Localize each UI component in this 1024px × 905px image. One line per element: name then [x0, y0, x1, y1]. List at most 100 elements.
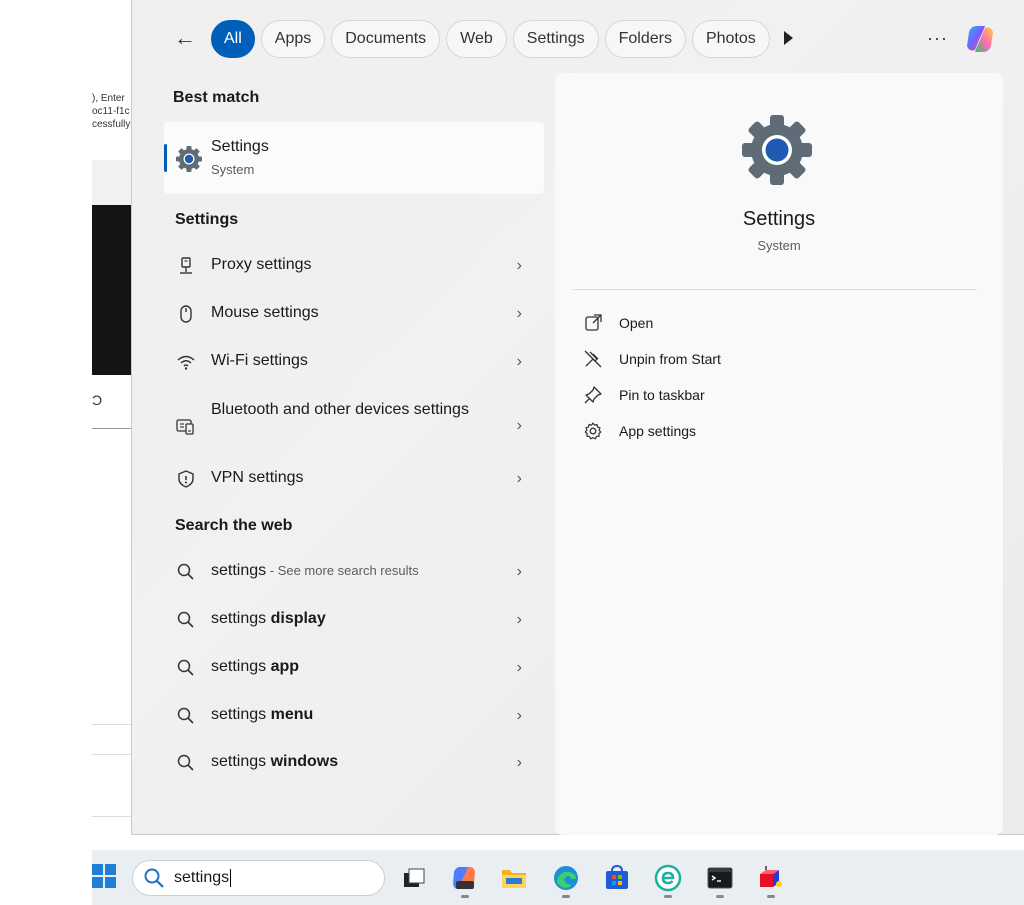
more-options-icon[interactable]: ···: [927, 26, 948, 50]
search-panel: ← All Apps Documents Web Settings Folder…: [131, 0, 1024, 835]
gear-icon: [176, 146, 202, 172]
result-label: Bluetooth and other devices settings: [211, 401, 469, 418]
best-match-title: Settings: [211, 138, 269, 155]
action-label: Pin to taskbar: [619, 387, 705, 403]
search-icon: [177, 754, 194, 771]
detail-title: Settings: [742, 208, 816, 230]
action-open[interactable]: Open: [583, 309, 883, 339]
background-window: ), Enter oc11-f1c cessfully Ɔ: [92, 0, 132, 850]
taskbar: settings: [92, 850, 1024, 905]
tab-settings[interactable]: Settings: [512, 20, 599, 58]
result-label: Proxy settings: [211, 256, 312, 273]
unpin-icon: [584, 350, 602, 368]
task-view-icon[interactable]: [400, 864, 428, 892]
settings-app-icon: [742, 115, 812, 185]
mouse-icon: [180, 305, 192, 323]
action-app-settings[interactable]: App settings: [583, 417, 883, 447]
detail-divider: [573, 289, 977, 290]
eset-icon[interactable]: [654, 864, 682, 892]
chevron-right-icon: ›: [516, 611, 522, 628]
terminal-icon[interactable]: [706, 864, 734, 892]
result-wifi-settings[interactable]: Wi-Fi settings ›: [164, 340, 544, 384]
fragment-line: ), Enter: [92, 93, 125, 104]
chevron-right-icon: ›: [516, 754, 522, 771]
chevron-right-icon: ›: [516, 707, 522, 724]
running-indicator: [562, 895, 570, 898]
tab-web[interactable]: Web: [446, 20, 507, 58]
more-tabs-play-icon[interactable]: [784, 31, 793, 45]
web-result-label: settings menu: [211, 706, 314, 723]
microsoft-store-icon[interactable]: [603, 864, 631, 892]
back-arrow-icon[interactable]: ←: [174, 26, 198, 50]
paint-3d-icon[interactable]: [757, 864, 785, 892]
fragment-line: cessfully: [92, 119, 131, 130]
vpn-shield-icon: [178, 470, 194, 488]
fragment-line: oc11-f1c: [92, 106, 130, 117]
file-explorer-icon[interactable]: [500, 864, 528, 892]
filter-bar: ← All Apps Documents Web Settings Folder…: [132, 20, 1024, 58]
open-external-icon: [585, 314, 602, 331]
background-divider: [92, 816, 132, 817]
background-text-fragment: ), Enter oc11-f1c cessfully: [92, 92, 130, 131]
web-result[interactable]: settings menu ›: [164, 694, 544, 738]
search-query-text: settings: [174, 869, 232, 887]
detail-pane: Settings System Open Unpin from Start Pi…: [555, 73, 1003, 835]
action-label: App settings: [619, 423, 697, 439]
background-divider: [92, 428, 132, 429]
search-icon: [177, 707, 194, 724]
proxy-icon: [180, 257, 192, 274]
tab-apps[interactable]: Apps: [260, 20, 326, 58]
windows-start-icon[interactable]: [92, 864, 116, 888]
search-icon: [177, 563, 194, 580]
chevron-right-icon: ›: [516, 257, 522, 274]
result-vpn-settings[interactable]: VPN settings ›: [164, 457, 544, 501]
tab-documents[interactable]: Documents: [331, 20, 441, 58]
result-bluetooth-settings[interactable]: Bluetooth and other devices settings ›: [164, 398, 544, 458]
microsoft-365-copilot-icon[interactable]: [450, 864, 478, 892]
chevron-right-icon: ›: [516, 305, 522, 322]
bluetooth-devices-icon: [176, 419, 194, 435]
chevron-right-icon: ›: [516, 563, 522, 580]
background-divider: [92, 724, 132, 725]
action-pin-to-taskbar[interactable]: Pin to taskbar: [583, 381, 883, 411]
filter-tabs: All Apps Documents Web Settings Folders …: [211, 20, 770, 58]
web-result[interactable]: settings app ›: [164, 646, 544, 690]
search-icon: [177, 611, 194, 628]
web-result-label: settings app: [211, 658, 300, 675]
result-label: Wi-Fi settings: [211, 352, 308, 369]
action-label: Open: [619, 315, 654, 331]
pin-icon: [584, 386, 602, 404]
action-label: Unpin from Start: [619, 351, 721, 367]
running-indicator: [716, 895, 724, 898]
result-label: VPN settings: [211, 469, 304, 486]
chevron-right-icon: ›: [516, 659, 522, 676]
best-match-heading: Best match: [173, 89, 260, 106]
edge-icon[interactable]: [552, 864, 580, 892]
search-icon: [177, 659, 194, 676]
copilot-icon[interactable]: [963, 22, 997, 56]
background-divider: [92, 754, 132, 755]
detail-subtitle: System: [757, 238, 801, 253]
taskbar-search-input[interactable]: settings: [132, 860, 385, 896]
action-unpin-from-start[interactable]: Unpin from Start: [583, 345, 883, 375]
tab-all[interactable]: All: [211, 20, 255, 58]
result-mouse-settings[interactable]: Mouse settings ›: [164, 292, 544, 336]
web-result-label: settings windows: [211, 753, 339, 770]
search-icon: [144, 868, 164, 888]
chevron-right-icon: ›: [516, 470, 522, 487]
web-result-label: settings - See more search results: [211, 562, 419, 579]
web-result[interactable]: settings windows ›: [164, 741, 544, 785]
web-result-label: settings display: [211, 610, 326, 627]
tab-folders[interactable]: Folders: [604, 20, 686, 58]
running-indicator: [664, 895, 672, 898]
chevron-right-icon: ›: [516, 353, 522, 370]
background-glyph: Ɔ: [92, 392, 103, 408]
tab-photos[interactable]: Photos: [691, 20, 770, 58]
running-indicator: [767, 895, 775, 898]
gear-outline-icon: [584, 422, 602, 440]
best-match-settings[interactable]: Settings System: [164, 122, 544, 194]
search-web-heading: Search the web: [175, 517, 293, 534]
result-proxy-settings[interactable]: Proxy settings ›: [164, 244, 544, 288]
web-result[interactable]: settings - See more search results ›: [164, 550, 544, 594]
web-result[interactable]: settings display ›: [164, 598, 544, 642]
